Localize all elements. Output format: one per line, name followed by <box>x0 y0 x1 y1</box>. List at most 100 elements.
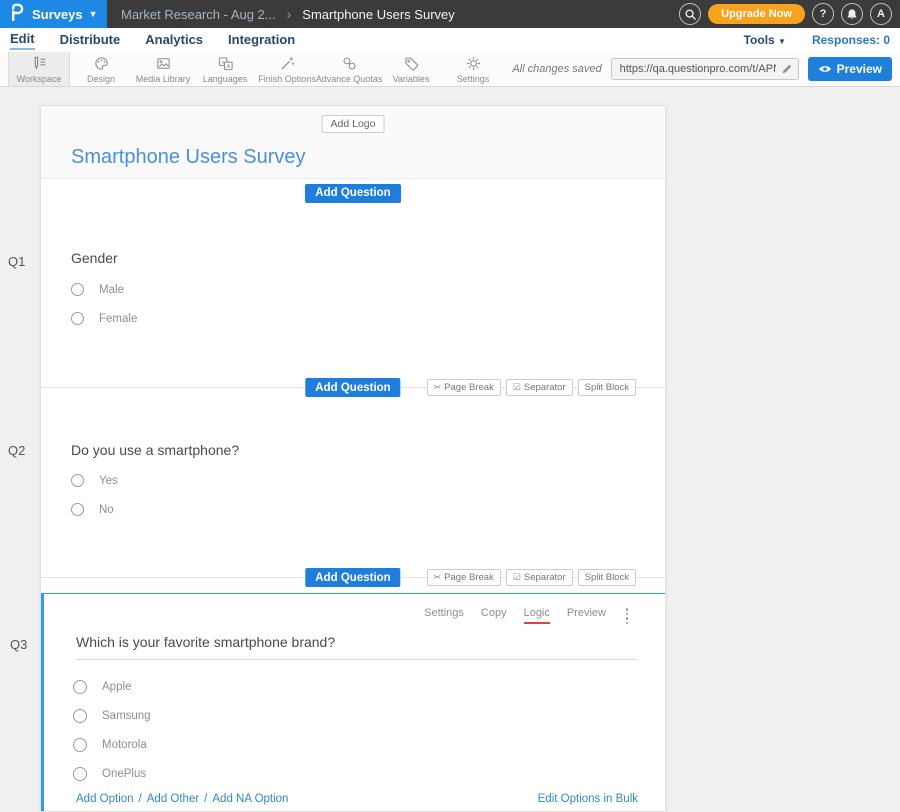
question-settings-link[interactable]: Settings <box>424 607 464 624</box>
separator-button[interactable]: ☑Separator <box>506 569 573 586</box>
search-icon <box>684 8 697 21</box>
add-logo-button[interactable]: Add Logo <box>322 115 385 133</box>
selected-question-block[interactable]: Settings Copy Logic Preview Which is you… <box>41 593 666 812</box>
add-question-button[interactable]: Add Question <box>305 378 400 397</box>
separator-button[interactable]: ☑Separator <box>506 379 573 396</box>
question-number-q2: Q2 <box>8 443 25 458</box>
radio-icon[interactable] <box>73 709 87 723</box>
tool-languages[interactable]: x A Languages <box>194 52 256 86</box>
survey-canvas: Add Logo Smartphone Users Survey Add Que… <box>40 105 666 812</box>
settings-gear-icon <box>465 55 482 72</box>
save-status: All changes saved <box>512 63 601 75</box>
radio-icon[interactable] <box>73 767 87 781</box>
edit-options-in-bulk-link[interactable]: Edit Options in Bulk <box>538 793 638 805</box>
question-text-q3[interactable]: Which is your favorite smartphone brand? <box>76 634 638 660</box>
nav-tab-integration[interactable]: Integration <box>228 32 295 49</box>
split-block-button[interactable]: Split Block <box>578 569 636 586</box>
page-break-button[interactable]: ✂Page Break <box>427 569 501 586</box>
tool-workspace[interactable]: Workspace <box>8 52 70 86</box>
notifications-button[interactable] <box>841 3 863 25</box>
question-text-q2[interactable]: Do you use a smartphone? <box>71 442 239 458</box>
question-number-q1: Q1 <box>8 254 25 269</box>
account-avatar[interactable]: A <box>870 3 892 25</box>
answer-option[interactable]: Samsung <box>73 709 151 723</box>
block-tools: ✂Page Break ☑Separator Split Block <box>427 569 636 586</box>
languages-icon: x A <box>217 55 234 72</box>
separator-icon: ☑ <box>513 572 521 583</box>
answer-option[interactable]: Male <box>71 283 124 296</box>
add-na-option-link[interactable]: Add NA Option <box>212 793 288 805</box>
radio-icon[interactable] <box>71 503 84 516</box>
edit-url-pencil-icon[interactable] <box>781 62 793 80</box>
preview-button[interactable]: Preview <box>808 57 892 81</box>
breadcrumb: Market Research - Aug 2... › Smartphone … <box>121 6 455 22</box>
add-other-link[interactable]: Add Other <box>147 793 199 805</box>
answer-option[interactable]: Apple <box>73 680 131 694</box>
workspace-icon <box>31 55 48 72</box>
search-button[interactable] <box>679 3 701 25</box>
tool-variables[interactable]: Variables <box>380 52 442 86</box>
tool-media-library[interactable]: Media Library <box>132 52 194 86</box>
question-copy-link[interactable]: Copy <box>481 607 507 624</box>
surveys-menu[interactable]: Surveys ▼ <box>0 0 107 28</box>
answer-option[interactable]: Female <box>71 312 137 325</box>
kebab-menu-icon[interactable] <box>625 607 630 625</box>
option-links: Add Option / Add Other / Add NA Option <box>76 793 288 805</box>
radio-icon[interactable] <box>71 312 84 325</box>
share-url-wrap <box>611 58 799 80</box>
tool-advance-quotas[interactable]: Advance Quotas <box>318 52 380 86</box>
nav-tab-analytics[interactable]: Analytics <box>145 32 203 49</box>
radio-icon[interactable] <box>71 474 84 487</box>
split-block-button[interactable]: Split Block <box>578 379 636 396</box>
breadcrumb-folder[interactable]: Market Research - Aug 2... <box>121 7 276 22</box>
design-palette-icon <box>93 55 110 72</box>
page-break-icon: ✂ <box>434 572 442 583</box>
toolbar-right: All changes saved Preview <box>512 52 900 86</box>
share-url-input[interactable] <box>611 58 799 80</box>
separator-icon: ☑ <box>513 382 521 393</box>
answer-option[interactable]: Yes <box>71 474 118 487</box>
bell-icon <box>846 8 858 21</box>
topbar-actions: Upgrade Now ? A <box>679 3 900 25</box>
media-library-icon <box>155 55 172 72</box>
question-action-menu: Settings Copy Logic Preview <box>424 607 606 624</box>
question-logic-link[interactable]: Logic <box>524 607 550 624</box>
avatar-label: A <box>877 8 885 20</box>
questionpro-logo-icon <box>9 3 25 26</box>
question-preview-link[interactable]: Preview <box>567 607 606 624</box>
variables-tag-icon <box>403 55 420 72</box>
tools-menu[interactable]: Tools ▼ <box>744 33 786 47</box>
radio-icon[interactable] <box>71 283 84 296</box>
tool-settings[interactable]: Settings <box>442 52 504 86</box>
answer-option[interactable]: OnePlus <box>73 767 146 781</box>
add-option-link[interactable]: Add Option <box>76 793 134 805</box>
add-question-button[interactable]: Add Question <box>305 184 400 203</box>
top-bar: Surveys ▼ Market Research - Aug 2... › S… <box>0 0 900 28</box>
radio-icon[interactable] <box>73 738 87 752</box>
page-break-button[interactable]: ✂Page Break <box>427 379 501 396</box>
finish-options-wand-icon <box>279 55 296 72</box>
survey-title[interactable]: Smartphone Users Survey <box>71 146 306 169</box>
answer-option[interactable]: No <box>71 503 114 516</box>
svg-text:x: x <box>221 59 224 65</box>
tool-design[interactable]: Design <box>70 52 132 86</box>
block-tools: ✂Page Break ☑Separator Split Block <box>427 379 636 396</box>
add-question-row-top: Add Question <box>41 183 665 203</box>
help-label: ? <box>820 8 827 20</box>
radio-icon[interactable] <box>73 680 87 694</box>
responses-count[interactable]: Responses: 0 <box>812 33 890 47</box>
chevron-down-icon: ▼ <box>89 9 98 19</box>
help-button[interactable]: ? <box>812 3 834 25</box>
nav-tab-distribute[interactable]: Distribute <box>60 32 121 49</box>
advance-quotas-icon <box>341 55 358 72</box>
tool-finish-options[interactable]: Finish Options <box>256 52 318 86</box>
add-question-button[interactable]: Add Question <box>305 568 400 587</box>
question-text-q1[interactable]: Gender <box>71 250 118 266</box>
eye-icon <box>818 64 832 74</box>
editor-toolbar: Workspace Design Media Library <box>0 52 900 87</box>
upgrade-now-button[interactable]: Upgrade Now <box>708 4 805 24</box>
nav-tab-edit[interactable]: Edit <box>10 31 35 50</box>
block-divider-row: Add Question ✂Page Break ☑Separator Spli… <box>41 568 665 588</box>
svg-text:A: A <box>226 64 230 70</box>
answer-option[interactable]: Motorola <box>73 738 147 752</box>
